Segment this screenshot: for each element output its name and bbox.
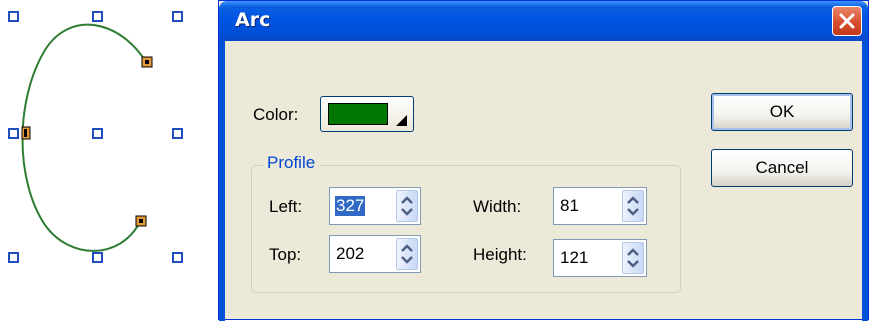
top-label: Top: — [269, 245, 302, 264]
left-spin-field[interactable]: 327 — [329, 187, 421, 225]
window-border-left — [219, 41, 225, 321]
close-button[interactable] — [832, 6, 862, 36]
ok-button[interactable]: OK — [711, 93, 853, 131]
square-handle-icon — [172, 11, 183, 22]
top-spin-field[interactable]: 202 — [329, 235, 421, 273]
color-label: Color: — [253, 105, 299, 124]
spin-arrows-icon — [401, 196, 413, 216]
arc-drawing — [8, 11, 183, 263]
square-handle-icon — [92, 11, 103, 22]
square-handle-icon — [92, 128, 103, 139]
drawing-canvas[interactable] — [0, 0, 218, 320]
close-icon — [839, 13, 855, 29]
selection-handles — [8, 11, 183, 263]
square-handle-icon — [172, 252, 183, 263]
dropdown-arrow-icon — [396, 115, 407, 126]
left-spinner[interactable] — [396, 190, 418, 222]
square-handle-icon — [172, 128, 183, 139]
spin-arrows-icon — [627, 196, 639, 216]
control-points — [21, 56, 153, 227]
spin-arrows-icon — [401, 244, 413, 264]
profile-legend: Profile — [263, 153, 320, 173]
height-spinner[interactable] — [622, 242, 644, 274]
height-input-value[interactable]: 121 — [560, 248, 588, 268]
left-input-value[interactable]: 327 — [335, 196, 366, 216]
arc-dialog: Arc Color: Profile Left: 327 Top: 202 Wi… — [218, 0, 869, 321]
control-point-icon — [145, 60, 149, 64]
width-spinner[interactable] — [622, 190, 644, 222]
width-spin-field[interactable]: 81 — [553, 187, 647, 225]
top-input-value[interactable]: 202 — [336, 244, 364, 264]
spin-arrows-icon — [627, 248, 639, 268]
height-label: Height: — [473, 245, 527, 264]
arc-shape — [21, 23, 147, 252]
square-handle-icon — [8, 252, 19, 263]
width-label: Width: — [473, 197, 522, 216]
square-handle-icon — [8, 11, 19, 22]
top-spinner[interactable] — [396, 238, 418, 270]
control-point-icon — [24, 129, 27, 137]
square-handle-icon — [8, 128, 19, 139]
cancel-button[interactable]: Cancel — [711, 149, 853, 187]
control-point-icon — [139, 219, 143, 223]
color-swatch — [328, 103, 388, 125]
width-input-value[interactable]: 81 — [560, 196, 579, 216]
dialog-title: Arc — [235, 9, 271, 31]
square-handle-icon — [92, 252, 103, 263]
title-bar[interactable]: Arc — [219, 1, 868, 41]
height-spin-field[interactable]: 121 — [553, 239, 647, 277]
window-border-right — [862, 41, 868, 321]
color-picker-button[interactable] — [320, 96, 414, 132]
left-label: Left: — [269, 197, 303, 216]
